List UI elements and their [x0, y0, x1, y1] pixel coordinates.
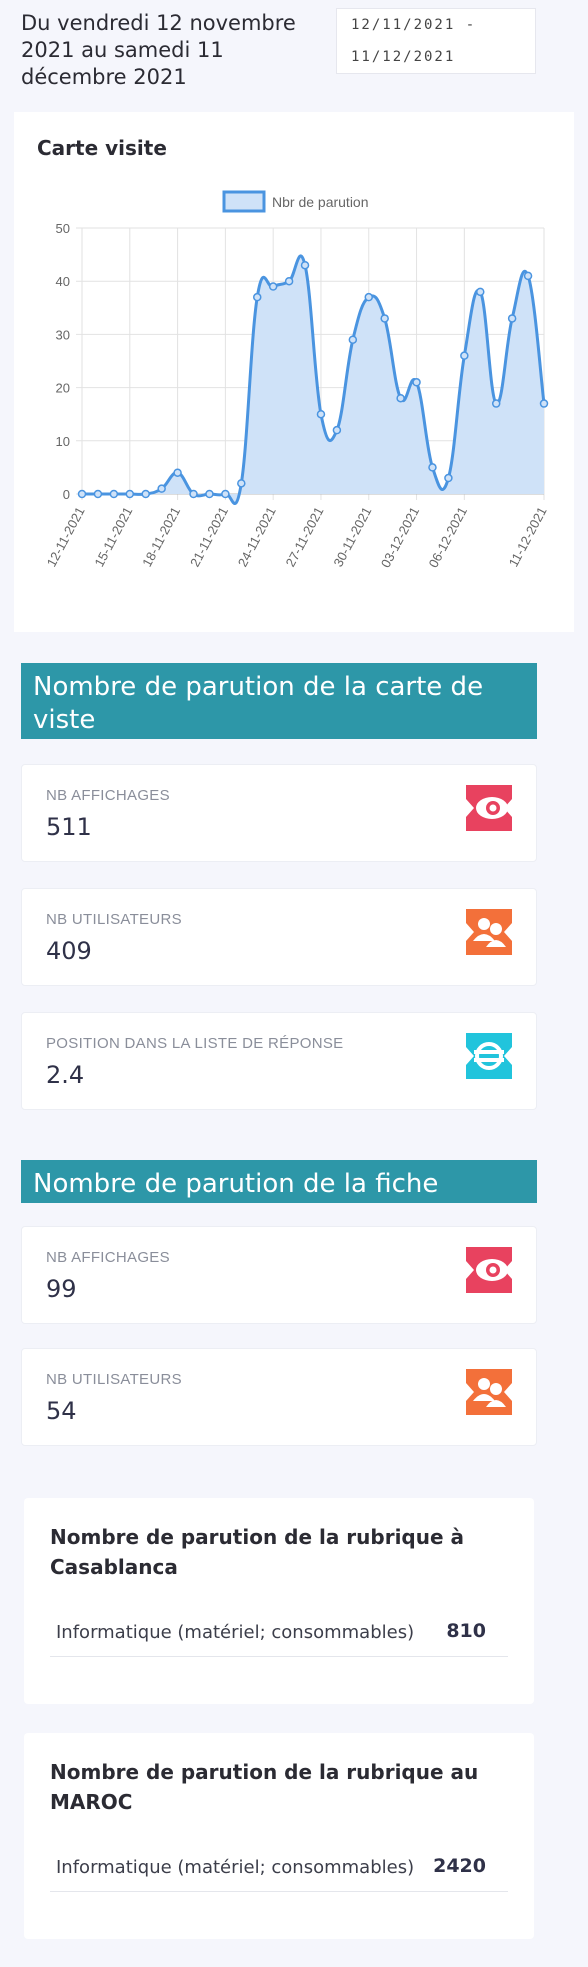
y-tick-label: 30 — [56, 327, 70, 342]
stat-card-affichages: NB AFFICHAGES 511 — [21, 764, 537, 862]
legend-label: Nbr de parution — [272, 194, 369, 210]
x-tick-label: 11-12-2021 — [506, 504, 550, 569]
stat-label: POSITION DANS LA LISTE DE RÉPONSE — [46, 1035, 344, 1052]
stat-card-fiche-utilisateurs: NB UTILISATEURS 54 — [21, 1348, 537, 1446]
users-icon — [466, 909, 512, 955]
data-point — [189, 489, 198, 499]
y-tick-label: 20 — [56, 381, 70, 396]
rubric-count: 810 — [446, 1620, 486, 1642]
data-point — [157, 484, 166, 493]
stat-label: NB AFFICHAGES — [46, 1249, 170, 1266]
data-point — [268, 282, 278, 291]
period-text: Du vendredi 12 novembre 2021 au samedi 1… — [21, 11, 296, 89]
data-point — [523, 271, 533, 281]
data-point — [460, 351, 469, 360]
stat-label: NB UTILISATEURS — [46, 911, 182, 928]
x-tick-label: 12-11-2021 — [44, 504, 88, 569]
data-point — [476, 287, 485, 297]
data-point — [428, 463, 437, 472]
data-point — [221, 489, 230, 499]
chart-card: Carte visite 0 10 20 30 40 50 12-11-2021 15-11-… — [14, 112, 574, 632]
data-point — [173, 468, 182, 477]
y-tick-label: 10 — [56, 434, 70, 449]
data-point — [252, 292, 262, 302]
y-tick-label: 40 — [56, 274, 70, 289]
legend-swatch — [222, 190, 266, 213]
eye-icon — [466, 785, 512, 831]
rubric-card-maroc: Nombre de parution de la rubrique au MAR… — [24, 1733, 534, 1939]
data-point — [491, 399, 501, 408]
rubric-category: Informatique (matériel; consommables) — [56, 1622, 415, 1643]
data-point — [380, 314, 389, 323]
stat-value: 409 — [46, 937, 92, 965]
data-point — [141, 489, 150, 499]
rubric-title: Nombre de parution de la rubrique à Casa… — [50, 1525, 465, 1579]
x-tick-label: 24-11-2021 — [235, 504, 279, 569]
stat-label: NB AFFICHAGES — [46, 787, 170, 804]
table-row: Informatique (matériel; consommables) 24… — [50, 1841, 508, 1892]
data-point — [284, 276, 294, 286]
data-point — [539, 399, 549, 408]
data-point — [237, 479, 246, 488]
data-point — [77, 489, 87, 499]
rubric-title: Nombre de parution de la rubrique au MAR… — [50, 1760, 479, 1814]
data-point — [316, 409, 326, 419]
data-point — [300, 260, 310, 270]
data-point — [444, 473, 453, 483]
x-tick-label: 06-12-2021 — [426, 504, 470, 570]
x-tick-label: 15-11-2021 — [91, 504, 135, 569]
table-row: Informatique (matériel; consommables) 81… — [50, 1606, 508, 1657]
stat-card-utilisateurs: NB UTILISATEURS 409 — [21, 888, 537, 986]
data-point — [93, 489, 103, 499]
data-point — [348, 335, 358, 344]
data-point — [412, 378, 421, 387]
x-tick-label: 30-11-2021 — [330, 504, 374, 569]
rubric-category: Informatique (matériel; consommables) — [56, 1857, 415, 1878]
y-tick-label: 50 — [56, 221, 70, 236]
x-tick-label: 18-11-2021 — [139, 504, 183, 569]
date-range-input[interactable]: 12/11/2021 - 11/12/2021 — [336, 8, 536, 74]
stat-value: 54 — [46, 1397, 77, 1425]
stat-value: 511 — [46, 813, 92, 841]
data-point — [507, 314, 517, 323]
y-tick-label: 0 — [63, 487, 70, 502]
list-position-icon — [466, 1033, 512, 1079]
stat-value: 99 — [46, 1275, 77, 1303]
data-point — [125, 489, 135, 499]
x-tick-label: 03-12-2021 — [378, 504, 422, 570]
area-chart: 0 10 20 30 40 50 12-11-2021 15-11-2021 18-11-202… — [44, 190, 550, 570]
stat-value: 2.4 — [46, 1061, 85, 1089]
eye-icon — [466, 1247, 512, 1293]
data-point — [109, 489, 119, 499]
data-point — [396, 393, 405, 403]
section-title-fiche: Nombre de parution de la fiche — [21, 1160, 537, 1203]
data-point — [364, 292, 374, 302]
users-icon — [466, 1369, 512, 1415]
x-tick-label: 21-11-2021 — [187, 504, 231, 569]
data-point — [205, 489, 214, 499]
rubric-count: 2420 — [433, 1855, 486, 1877]
data-point — [332, 425, 342, 435]
stat-card-position: POSITION DANS LA LISTE DE RÉPONSE 2.4 — [21, 1012, 537, 1110]
section-title-carte: Nombre de parution de la carte de viste — [21, 663, 537, 739]
stat-card-fiche-affichages: NB AFFICHAGES 99 — [21, 1226, 537, 1324]
x-tick-label: 27-11-2021 — [283, 504, 327, 569]
rubric-card-casablanca: Nombre de parution de la rubrique à Casa… — [24, 1498, 534, 1704]
stat-label: NB UTILISATEURS — [46, 1371, 182, 1388]
